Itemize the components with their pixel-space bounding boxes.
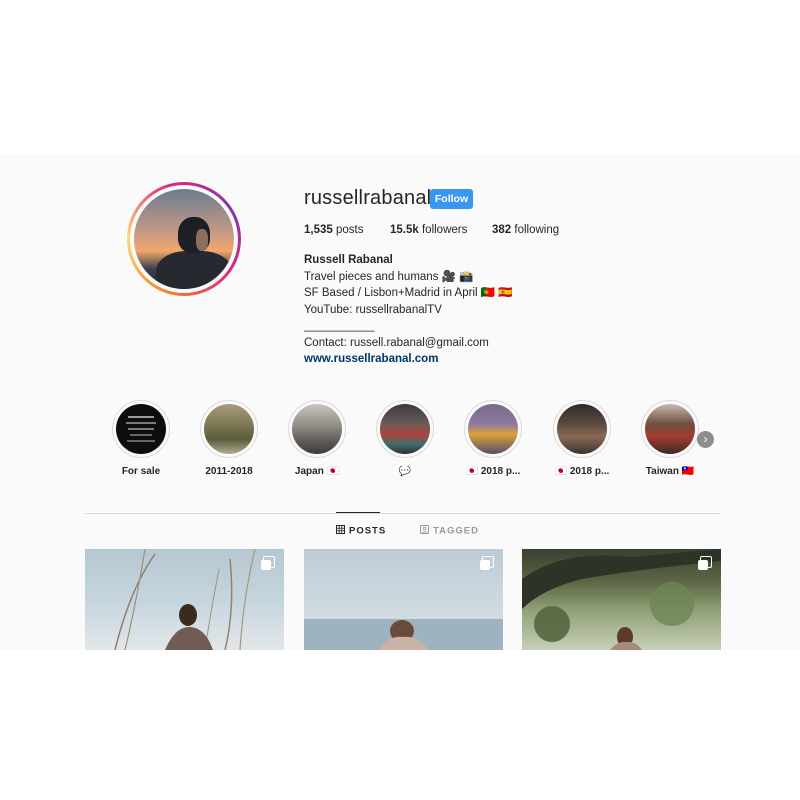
followers-label: followers [421, 224, 468, 236]
highlight-japan[interactable]: Japan 🇯🇵 [277, 400, 357, 477]
highlight-2011-2018[interactable]: 2011-2018 [189, 400, 269, 477]
highlight-ring [641, 400, 699, 458]
post-image [522, 549, 721, 650]
bio-full-name: Russell Rabanal [304, 254, 393, 266]
tag-icon [420, 525, 429, 537]
posts-label: posts [335, 224, 364, 236]
highlight-ring [200, 400, 258, 458]
highlight-ring [288, 400, 346, 458]
carousel-icon-front [698, 560, 708, 570]
highlight-cover [645, 404, 695, 454]
posts-count: 1,535 [304, 224, 333, 236]
tab-tagged-label: TAGGED [433, 525, 479, 537]
tabs-divider [85, 513, 721, 514]
following-count: 382 [492, 224, 512, 236]
tab-posts-label: POSTS [349, 525, 387, 537]
avatar-photo [134, 189, 234, 289]
carousel-icon [698, 556, 712, 570]
highlight-2018-p-1[interactable]: 🇯🇵 2018 p... [453, 400, 533, 477]
avatar-shoulders [156, 251, 232, 289]
carousel-icon-front [261, 560, 271, 570]
bio-line-3: YouTube: russellrabanalTV [304, 303, 442, 316]
highlight-label: For sale [121, 466, 161, 477]
highlight-cover [380, 404, 430, 454]
highlight-cover [204, 404, 254, 454]
carousel-icon-front [480, 560, 490, 570]
highlight-ring [553, 400, 611, 458]
highlight-2018-p-2[interactable]: 🇯🇵 2018 p... [542, 400, 622, 477]
profile-page: russellrabanal Follow 1,535 posts 15.5k … [0, 154, 800, 650]
highlight-label: 🇯🇵 2018 p... [465, 466, 521, 477]
posts-stat[interactable]: 1,535 posts [304, 224, 363, 236]
highlight-label: 💬 [398, 466, 412, 477]
post-thumbnail[interactable] [85, 549, 284, 650]
bio-website-link[interactable]: www.russellrabanal.com [304, 351, 513, 368]
profile-username: russellrabanal [304, 187, 432, 209]
highlight-cover [116, 404, 166, 454]
active-tab-indicator [336, 512, 380, 513]
carousel-icon [480, 556, 494, 570]
highlight-label: Taiwan 🇹🇼 [645, 466, 695, 477]
post-image [114, 549, 256, 650]
profile-avatar[interactable] [127, 182, 241, 296]
follow-button[interactable]: Follow [430, 189, 473, 209]
profile-bio: Russell Rabanal Travel pieces and humans… [304, 252, 513, 368]
avatar-face [196, 229, 208, 251]
carousel-icon [261, 556, 275, 570]
highlight-ring [376, 400, 434, 458]
highlight-for-sale[interactable]: For sale [101, 400, 181, 477]
followers-count: 15.5k [390, 224, 419, 236]
bio-separator: ___________ [304, 320, 375, 332]
highlight-cover [557, 404, 607, 454]
tab-tagged[interactable]: TAGGED [420, 525, 479, 537]
highlight-cover [468, 404, 518, 454]
following-stat[interactable]: 382 following [492, 224, 559, 236]
following-label: following [514, 224, 560, 236]
post-thumbnail[interactable] [522, 549, 721, 650]
grid-icon [336, 525, 345, 537]
post-thumbnail[interactable] [304, 549, 503, 650]
tab-posts[interactable]: POSTS [336, 525, 386, 537]
bio-line-2: SF Based / Lisbon+Madrid in April 🇵🇹 🇪🇸 [304, 287, 513, 299]
post-image [304, 619, 503, 650]
highlight-ring [112, 400, 170, 458]
highlight-cover [292, 404, 342, 454]
highlight-label: Japan 🇯🇵 [294, 466, 340, 477]
highlight-label: 🇯🇵 2018 p... [554, 466, 610, 477]
highlight-label: 2011-2018 [205, 466, 253, 477]
bio-contact: Contact: russell.rabanal@gmail.com [304, 336, 489, 349]
highlight-chat[interactable]: 💬 [365, 400, 445, 477]
chevron-right-icon[interactable]: › [697, 431, 714, 448]
bio-line-1: Travel pieces and humans 🎥 📸 [304, 270, 474, 283]
followers-stat[interactable]: 15.5k followers [390, 224, 467, 236]
highlight-ring [464, 400, 522, 458]
